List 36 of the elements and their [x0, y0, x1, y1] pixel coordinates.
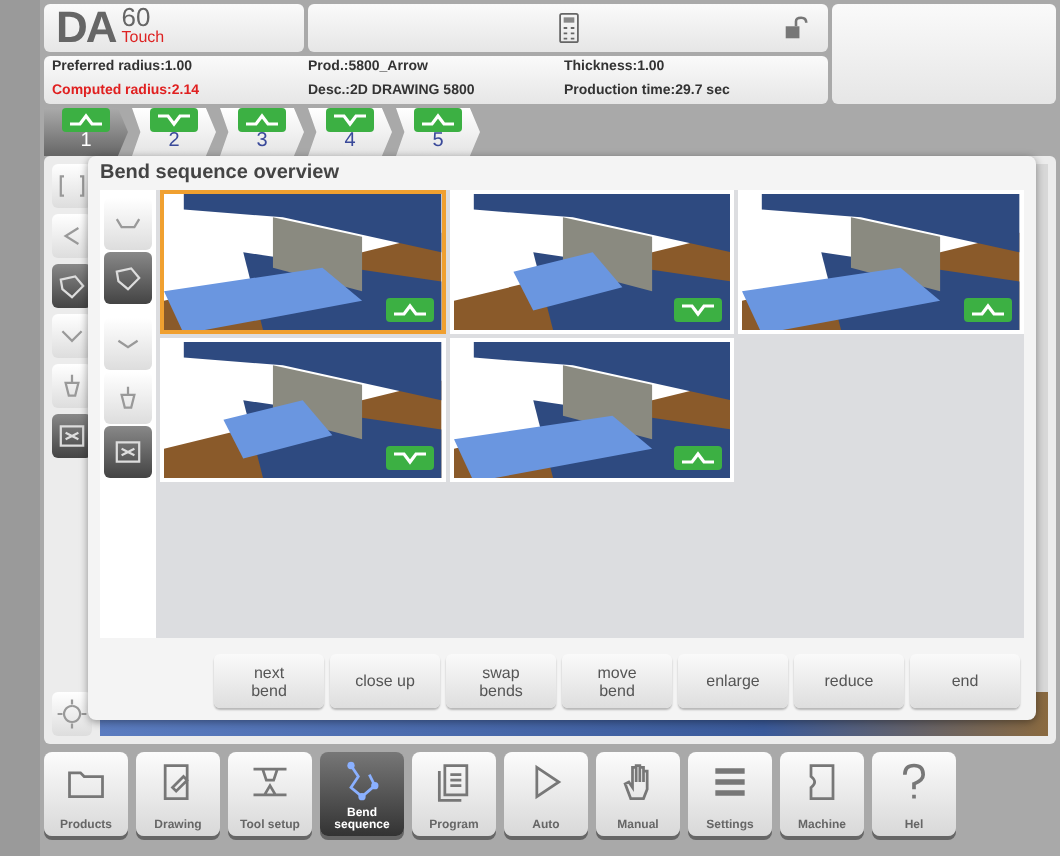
- bend-symbol-icon: [238, 108, 286, 132]
- bend-tab[interactable]: 4: [308, 108, 392, 156]
- bend-symbol-icon: [674, 446, 723, 470]
- dialog-button[interactable]: move bend: [562, 654, 672, 708]
- dialog-button[interactable]: swap bends: [446, 654, 556, 708]
- tool-button[interactable]: [104, 252, 152, 304]
- tool-button[interactable]: [52, 264, 92, 308]
- bend-symbol-icon: [385, 446, 434, 470]
- bend-tab[interactable]: 2: [132, 108, 216, 156]
- tool-button[interactable]: [52, 414, 92, 458]
- bend-symbol-icon: [62, 108, 110, 132]
- unlocked-padlock-icon[interactable]: [784, 16, 808, 40]
- part-outline-icon: [112, 262, 144, 294]
- gear-icon: [56, 698, 88, 730]
- model-number: 60: [121, 8, 151, 28]
- bend-symbol-icon: [150, 108, 198, 132]
- bend-symbol-icon: [414, 108, 462, 132]
- dialog-title: Bend sequence overview: [98, 160, 341, 188]
- bend-symbol-icon: [385, 298, 434, 322]
- bracket-icon: [56, 170, 88, 202]
- bend-symbol-icon: [964, 298, 1012, 322]
- bend-tab[interactable]: 5: [396, 108, 480, 156]
- edition-text: Touch: [121, 28, 165, 48]
- dialog-button[interactable]: enlarge: [678, 654, 788, 708]
- tool-button[interactable]: [104, 426, 152, 478]
- bend-tab[interactable]: 3: [220, 108, 304, 156]
- brand-text: DA: [56, 2, 116, 54]
- calculator-icon[interactable]: [557, 12, 579, 44]
- bend-symbol-icon: [326, 108, 374, 132]
- part-outline-icon: [56, 270, 88, 302]
- dialog-button[interactable]: reduce: [794, 654, 904, 708]
- dialog-button[interactable]: close up: [330, 654, 440, 708]
- bend-symbol-icon: [674, 298, 723, 322]
- bend-tab[interactable]: 1: [44, 108, 128, 156]
- dialog-button[interactable]: end: [910, 654, 1020, 708]
- dialog-button[interactable]: next bend: [214, 654, 324, 708]
